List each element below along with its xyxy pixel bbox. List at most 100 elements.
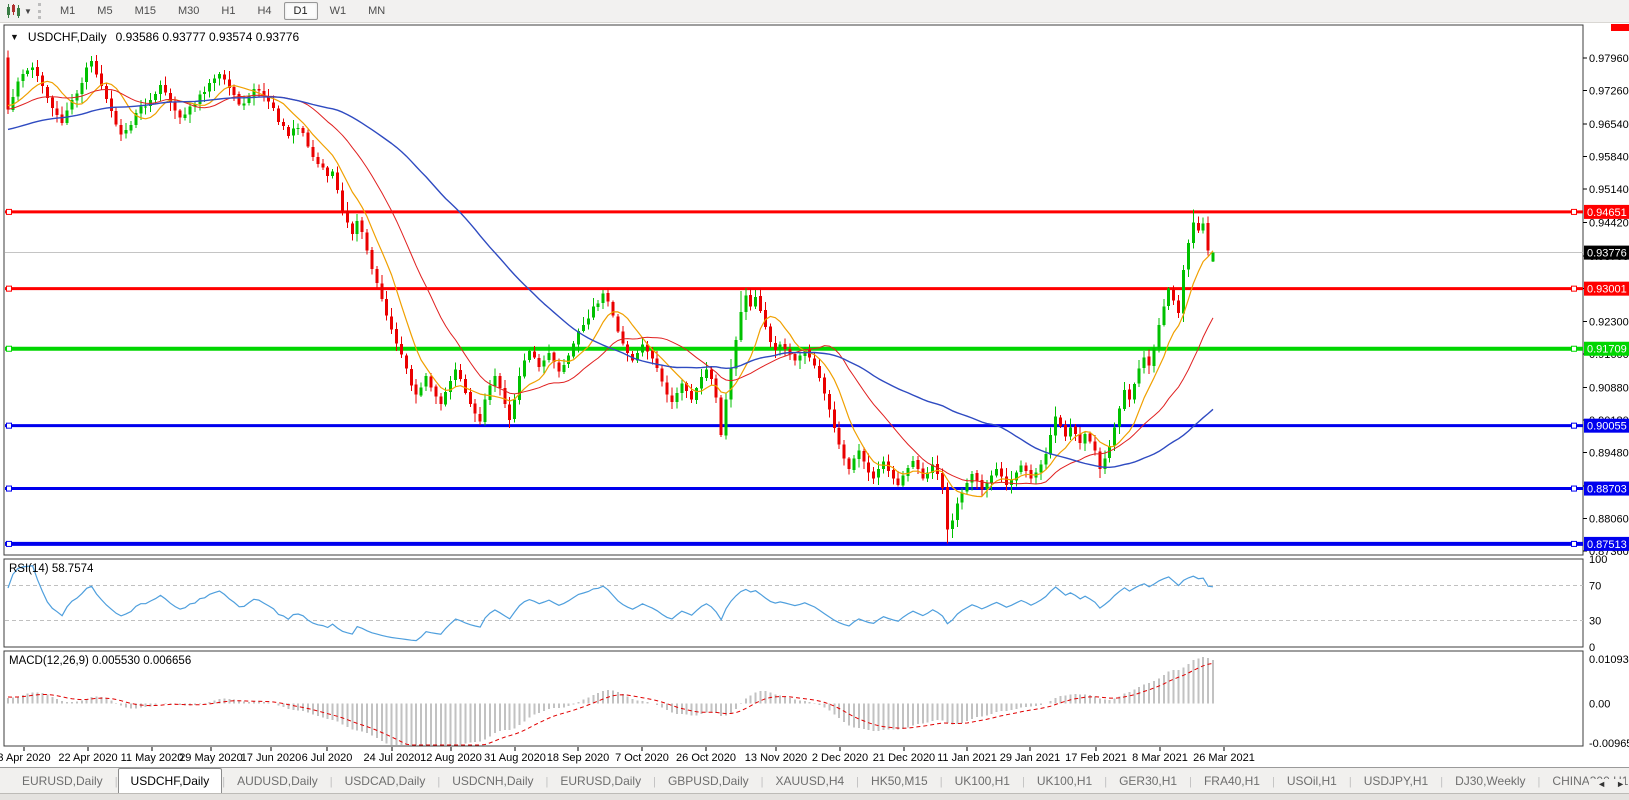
- candle-body: [36, 67, 39, 76]
- candle-body: [848, 459, 851, 470]
- chart-window[interactable]: 0.979600.972600.965400.958400.951400.944…: [0, 23, 1629, 767]
- chart-tab-eurusd-daily[interactable]: EURUSD,Daily: [10, 770, 115, 793]
- candle-body: [607, 293, 610, 302]
- svg-text:0.94420: 0.94420: [1589, 218, 1629, 230]
- candle-body: [233, 87, 236, 95]
- line-handle[interactable]: [1572, 541, 1577, 546]
- chart-type-icon[interactable]: ▼: [4, 2, 34, 20]
- candle-body: [779, 345, 782, 350]
- timeframe-button-w1[interactable]: W1: [320, 2, 357, 20]
- chart-tab-xauusd-h4[interactable]: XAUUSD,H4: [763, 770, 856, 793]
- candle-body: [1005, 476, 1008, 485]
- candle-body: [1128, 390, 1131, 400]
- timeframe-button-m5[interactable]: M5: [87, 2, 122, 20]
- svg-text:0.96540: 0.96540: [1589, 119, 1629, 131]
- line-handle[interactable]: [7, 486, 12, 491]
- tab-scroll-left-icon[interactable]: ◄: [1597, 779, 1606, 789]
- candle-body: [1000, 469, 1003, 477]
- date-axis-label: 13 Nov 2020: [745, 752, 807, 764]
- candle-body: [582, 325, 585, 331]
- candle-body: [361, 221, 364, 232]
- status-strip: [0, 793, 1629, 800]
- chart-tab-fra40-h1[interactable]: FRA40,H1: [1192, 770, 1272, 793]
- candle-body: [164, 85, 167, 92]
- candle-body: [154, 94, 157, 100]
- candle-body: [843, 444, 846, 458]
- timeframe-button-m30[interactable]: M30: [168, 2, 209, 20]
- candle-body: [85, 67, 88, 82]
- date-axis[interactable]: 3 Apr 202022 Apr 202011 May 202029 May 2…: [0, 747, 1255, 764]
- line-handle[interactable]: [1572, 209, 1577, 214]
- candle-body: [597, 304, 600, 308]
- timeframe-button-d1[interactable]: D1: [284, 2, 318, 20]
- timeframe-button-h1[interactable]: H1: [211, 2, 245, 20]
- candle-body: [916, 460, 919, 469]
- chart-tab-ger30-h1[interactable]: GER30,H1: [1107, 770, 1189, 793]
- svg-text:0.93001: 0.93001: [1587, 284, 1627, 296]
- candle-body: [877, 469, 880, 477]
- candle-body: [1118, 409, 1121, 427]
- candle-body: [936, 464, 939, 474]
- candle-body: [985, 483, 988, 489]
- chart-tab-uk100-h1[interactable]: UK100,H1: [1025, 770, 1104, 793]
- support-line-green[interactable]: [5, 346, 1583, 351]
- line-handle[interactable]: [1572, 346, 1577, 351]
- chart-tab-usdchf-daily[interactable]: USDCHF,Daily: [118, 768, 223, 793]
- rsi-axis-label: 30: [1589, 616, 1601, 628]
- chart-tab-usoil-h1[interactable]: USOil,H1: [1275, 770, 1349, 793]
- candle-body: [129, 125, 132, 130]
- chart-tab-usdcad-daily[interactable]: USDCAD,Daily: [333, 770, 438, 793]
- date-axis-label: 22 Apr 2020: [58, 752, 117, 764]
- date-axis-label: 3 Apr 2020: [0, 752, 51, 764]
- candle-body: [1152, 348, 1155, 366]
- candle-body: [1064, 425, 1067, 436]
- candle-body: [272, 102, 275, 108]
- chart-tab-hk50-m15[interactable]: HK50,M15: [859, 770, 940, 793]
- candle-body: [188, 106, 191, 114]
- line-handle[interactable]: [1572, 286, 1577, 291]
- candle-body: [813, 358, 816, 365]
- candle-body: [833, 410, 836, 429]
- chart-tab-eurusd-daily[interactable]: EURUSD,Daily: [548, 770, 653, 793]
- candle-body: [1172, 289, 1175, 300]
- line-handle[interactable]: [7, 209, 12, 214]
- line-handle[interactable]: [1572, 486, 1577, 491]
- candle-body: [513, 399, 516, 419]
- chart-tab-usdcnh-daily[interactable]: USDCNH,Daily: [440, 770, 545, 793]
- price-axis[interactable]: 0.979600.972600.965400.958400.951400.944…: [1583, 53, 1629, 750]
- line-handle[interactable]: [7, 423, 12, 428]
- tab-scroll-right-icon[interactable]: ►: [1616, 779, 1625, 789]
- timeframe-button-mn[interactable]: MN: [358, 2, 395, 20]
- candle-body: [734, 340, 737, 368]
- chart-tab-audusd-daily[interactable]: AUDUSD,Daily: [225, 770, 330, 793]
- chart-tab-dj30-weekly[interactable]: DJ30,Weekly: [1443, 770, 1537, 793]
- line-handle[interactable]: [1572, 423, 1577, 428]
- candle-body: [946, 487, 949, 529]
- chart-tab-usdjpy-h1[interactable]: USDJPY,H1: [1352, 770, 1440, 793]
- line-handle[interactable]: [7, 286, 12, 291]
- candlestick-chart-icon: [6, 4, 22, 18]
- timeframe-button-m1[interactable]: M1: [50, 2, 85, 20]
- candle-body: [557, 362, 560, 371]
- timeframe-button-h4[interactable]: H4: [247, 2, 281, 20]
- candle-body: [203, 92, 206, 94]
- candle-body: [1162, 306, 1165, 324]
- line-handle[interactable]: [7, 346, 12, 351]
- candle-body: [454, 370, 457, 380]
- symbol-dropdown-icon[interactable]: ▼: [10, 32, 19, 42]
- timeframe-button-m15[interactable]: M15: [125, 2, 166, 20]
- line-handle[interactable]: [7, 541, 12, 546]
- candle-body: [592, 306, 595, 317]
- candle-body: [159, 85, 162, 94]
- chart-tab-uk100-h1[interactable]: UK100,H1: [943, 770, 1022, 793]
- candle-body: [120, 125, 123, 134]
- candle-body: [21, 74, 24, 81]
- candle-body: [966, 483, 969, 491]
- date-axis-label: 17 Jun 2020: [241, 752, 302, 764]
- candle-body: [739, 312, 742, 340]
- candle-body: [1074, 426, 1077, 433]
- support-line-blue-3[interactable]: [5, 541, 1583, 546]
- chart-tab-gbpusd-daily[interactable]: GBPUSD,Daily: [656, 770, 761, 793]
- date-axis-label: 29 May 2020: [179, 752, 243, 764]
- price-chart-svg[interactable]: 0.979600.972600.965400.958400.951400.944…: [0, 23, 1629, 767]
